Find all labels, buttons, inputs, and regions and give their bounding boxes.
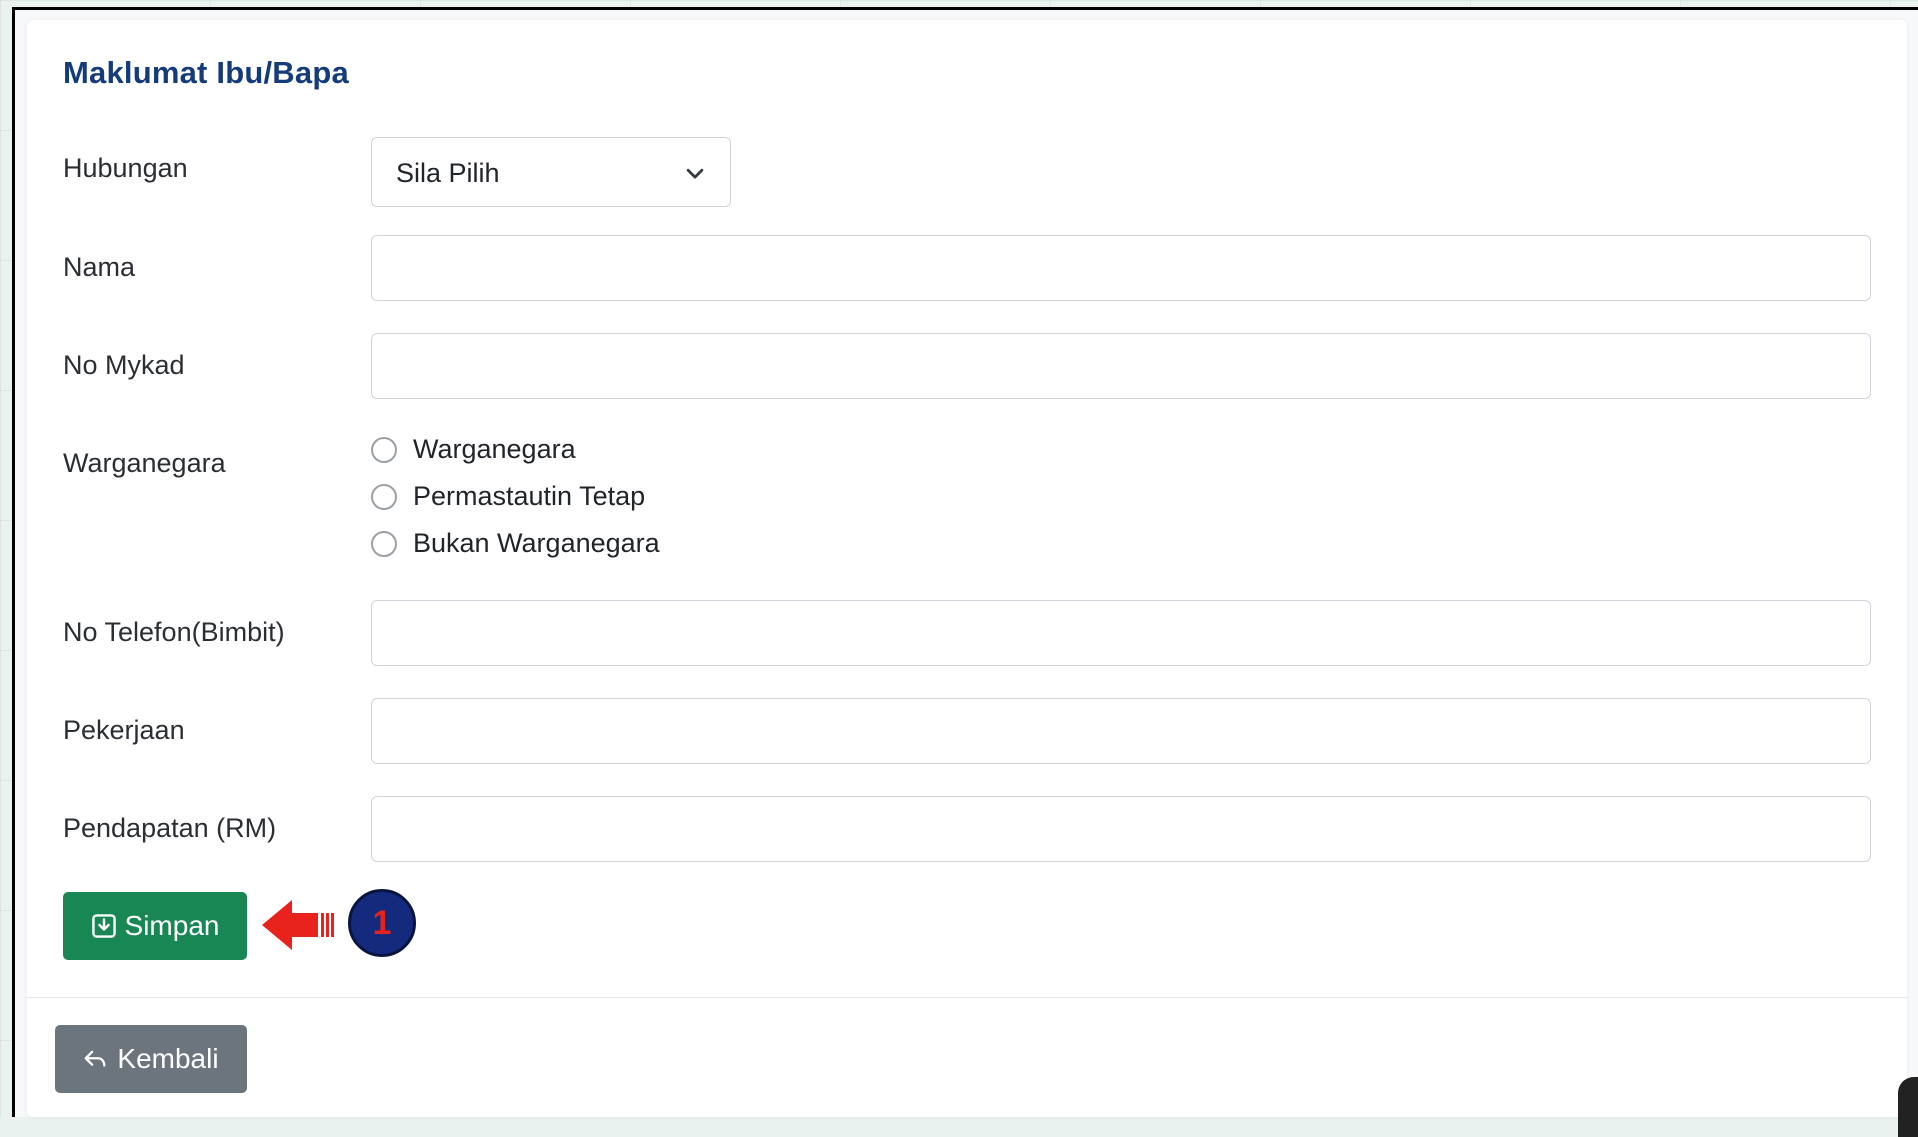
pendapatan-input[interactable] (371, 796, 1871, 862)
radio-permastautin-tetap[interactable]: Permastautin Tetap (371, 481, 645, 512)
radio-circle[interactable] (371, 436, 397, 463)
pekerjaan-input[interactable] (371, 698, 1871, 764)
chevron-down-icon (686, 168, 704, 179)
nama-label: Nama (63, 252, 136, 282)
no-mykad-label: No Mykad (63, 350, 185, 380)
save-button-label: Simpan (124, 910, 220, 941)
no-telefon-input[interactable] (371, 600, 1871, 666)
save-icon (91, 914, 116, 938)
nama-input[interactable] (371, 235, 1871, 301)
save-button[interactable]: Simpan (63, 892, 247, 960)
floating-widget[interactable] (1898, 1077, 1918, 1137)
radio-label: Bukan Warganegara (413, 528, 660, 558)
back-button[interactable]: Kembali (55, 1025, 247, 1093)
radio-circle[interactable] (371, 530, 397, 557)
hubungan-selected-value: Sila Pilih (396, 158, 500, 188)
pendapatan-label: Pendapatan (RM) (63, 813, 277, 843)
radio-label: Permastautin Tetap (413, 481, 646, 511)
no-telefon-label: No Telefon(Bimbit) (63, 617, 285, 647)
radio-label: Warganegara (413, 434, 576, 464)
pekerjaan-label: Pekerjaan (63, 715, 185, 745)
radio-warganegara[interactable]: Warganegara (371, 434, 576, 465)
reply-arrow-icon (84, 1050, 106, 1067)
radio-circle[interactable] (371, 483, 397, 510)
card-divider (27, 997, 1907, 998)
section-title: Maklumat Ibu/Bapa (63, 55, 349, 90)
callout-arrow-icon (262, 900, 334, 950)
hubungan-label: Hubungan (63, 153, 188, 183)
step-badge: 1 (348, 889, 416, 957)
radio-bukan-warganegara[interactable]: Bukan Warganegara (371, 528, 660, 559)
warganegara-label: Warganegara (63, 448, 226, 478)
no-mykad-input[interactable] (371, 333, 1871, 399)
back-button-label: Kembali (117, 1043, 219, 1074)
hubungan-select[interactable]: Sila Pilih (371, 137, 731, 207)
